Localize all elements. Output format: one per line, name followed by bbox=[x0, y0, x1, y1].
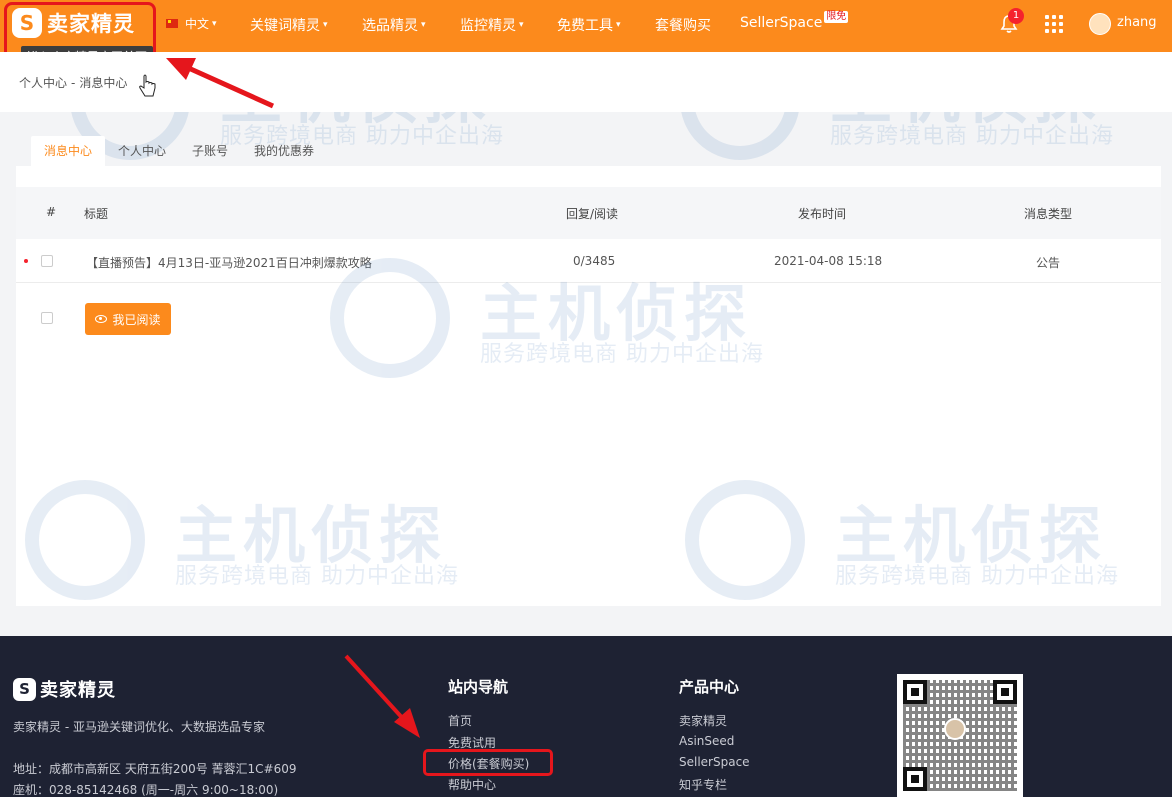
nav-free-tools[interactable]: 免费工具 ▾ bbox=[557, 15, 621, 35]
row-message-type: 公告 bbox=[1036, 256, 1061, 270]
row-reply-read: 0/3485 bbox=[573, 254, 616, 268]
footer-link-help[interactable]: 帮助中心 bbox=[448, 776, 496, 793]
language-selector[interactable]: 中文 ▾ bbox=[166, 15, 217, 32]
breadcrumb-root[interactable]: 个人中心 bbox=[19, 76, 67, 90]
notification-badge: 1 bbox=[1008, 8, 1024, 24]
tab-bar: 消息中心 个人中心 子账号 我的优惠券 bbox=[31, 136, 327, 166]
footer-logo-icon: S bbox=[13, 677, 36, 701]
header-message-type: 消息类型 bbox=[1024, 207, 1073, 221]
table-header: # 标题 回复/阅读 发布时间 消息类型 bbox=[16, 187, 1161, 239]
qr-avatar bbox=[944, 718, 966, 740]
footer-logo[interactable]: S 卖家精灵 bbox=[13, 676, 116, 702]
tab-message-center[interactable]: 消息中心 bbox=[31, 136, 106, 166]
chevron-down-icon: ▾ bbox=[323, 20, 328, 30]
footer-link-asinseed[interactable]: AsinSeed bbox=[679, 734, 734, 748]
unread-dot-icon bbox=[24, 259, 28, 263]
nav-product-selection[interactable]: 选品精灵 ▾ bbox=[362, 15, 426, 35]
breadcrumb: 个人中心 - 消息中心 bbox=[19, 74, 127, 91]
header-index: # bbox=[46, 205, 57, 219]
header-title: 标题 bbox=[84, 207, 109, 221]
tab-personal-center[interactable]: 个人中心 bbox=[105, 136, 179, 166]
mark-read-button[interactable]: 我已阅读 bbox=[85, 303, 171, 335]
tab-sub-accounts[interactable]: 子账号 bbox=[179, 136, 241, 166]
breadcrumb-bar: 个人中心 - 消息中心 bbox=[0, 52, 1172, 112]
chevron-down-icon: ▾ bbox=[616, 20, 621, 30]
language-label: 中文 bbox=[185, 17, 210, 31]
select-all-checkbox[interactable] bbox=[41, 312, 53, 324]
footer-phone: 座机：028-85142468 (周一-周六 9:00~18:00) bbox=[13, 783, 279, 797]
footer-nav-heading: 站内导航 bbox=[448, 678, 509, 696]
free-badge: 限免 bbox=[824, 11, 849, 23]
top-nav: S 卖家精灵 中文 ▾ 关键词精灵 ▾ 选品精灵 ▾ 监控精灵 ▾ 免费工具 ▾ 套餐购… bbox=[0, 0, 1172, 52]
message-table-card: # 标题 回复/阅读 发布时间 消息类型 【直播预告】4月13日-亚马逊2021… bbox=[16, 166, 1161, 606]
avatar[interactable] bbox=[1089, 13, 1111, 35]
nav-sellerspace-label: SellerSpace bbox=[740, 15, 823, 31]
table-row[interactable]: 【直播预告】4月13日-亚马逊2021百日冲刺爆款攻略 0/3485 2021-… bbox=[16, 239, 1161, 283]
nav-product-selection-label: 选品精灵 bbox=[362, 18, 418, 34]
china-flag-icon bbox=[166, 19, 178, 28]
nav-pricing[interactable]: 套餐购买 bbox=[655, 15, 711, 35]
nav-keyword-label: 关键词精灵 bbox=[250, 18, 320, 34]
nav-keyword[interactable]: 关键词精灵 ▾ bbox=[250, 15, 328, 35]
qr-code bbox=[897, 674, 1023, 797]
tab-my-coupons[interactable]: 我的优惠券 bbox=[241, 136, 327, 166]
footer-link-zhihu[interactable]: 知乎专栏 bbox=[679, 776, 727, 793]
row-title[interactable]: 【直播预告】4月13日-亚马逊2021百日冲刺爆款攻略 bbox=[86, 254, 372, 271]
chevron-down-icon: ▾ bbox=[212, 18, 217, 29]
footer-link-sellerspace[interactable]: SellerSpace bbox=[679, 755, 750, 769]
header-publish-time: 发布时间 bbox=[798, 207, 847, 221]
nav-sellerspace[interactable]: SellerSpace 限免 bbox=[740, 11, 849, 31]
footer-tagline: 卖家精灵 - 亚马逊关键词优化、大数据选品专家 bbox=[13, 720, 265, 734]
breadcrumb-separator: - bbox=[71, 76, 76, 90]
footer-product-heading: 产品中心 bbox=[679, 678, 740, 696]
footer-link-home[interactable]: 首页 bbox=[448, 712, 472, 729]
nav-free-tools-label: 免费工具 bbox=[557, 18, 613, 34]
apps-grid-icon[interactable] bbox=[1045, 15, 1063, 33]
header-reply-read: 回复/阅读 bbox=[566, 207, 619, 221]
row-checkbox[interactable] bbox=[41, 255, 53, 267]
chevron-down-icon: ▾ bbox=[421, 20, 426, 30]
footer-brand-name: 卖家精灵 bbox=[40, 680, 116, 701]
chevron-down-icon: ▾ bbox=[519, 20, 524, 30]
row-publish-time: 2021-04-08 15:18 bbox=[774, 254, 883, 268]
footer-link-sellersprite[interactable]: 卖家精灵 bbox=[679, 712, 727, 729]
annotation-highlight-box bbox=[423, 749, 553, 776]
footer: S 卖家精灵 卖家精灵 - 亚马逊关键词优化、大数据选品专家 地址：成都市高新区… bbox=[0, 636, 1172, 797]
footer-address: 地址：成都市高新区 天府五街200号 菁蓉汇1C#609 bbox=[13, 762, 297, 776]
eye-icon bbox=[95, 315, 108, 323]
hand-cursor-icon bbox=[139, 74, 156, 97]
breadcrumb-current: 消息中心 bbox=[79, 76, 128, 90]
username[interactable]: zhang bbox=[1117, 15, 1157, 30]
nav-monitor[interactable]: 监控精灵 ▾ bbox=[460, 15, 524, 35]
nav-monitor-label: 监控精灵 bbox=[460, 18, 516, 34]
mark-read-label: 我已阅读 bbox=[112, 312, 161, 327]
